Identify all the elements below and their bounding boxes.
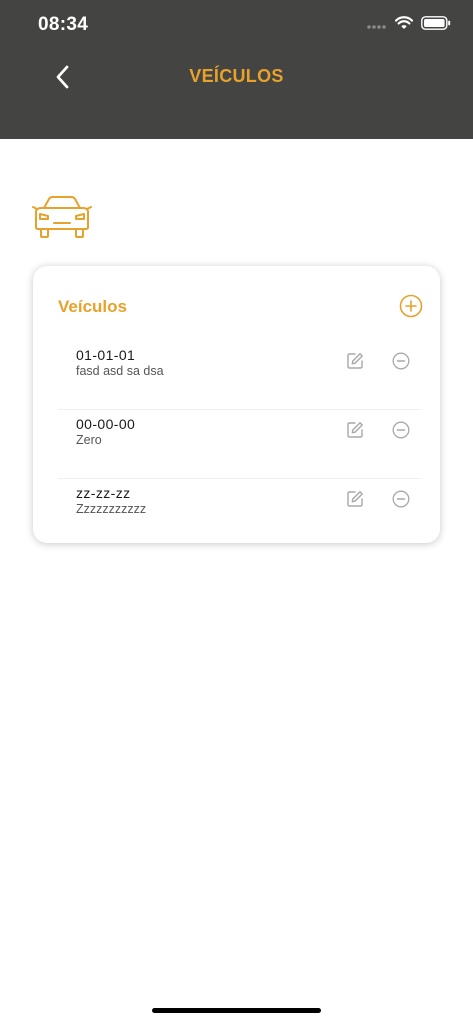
vehicle-plate: zz-zz-zz [76, 485, 131, 501]
car-icon [32, 194, 92, 240]
vehicle-description: Zzzzzzzzzzz [76, 502, 147, 516]
edit-icon [347, 491, 363, 507]
add-vehicle-button[interactable] [399, 294, 423, 318]
vehicle-plate: 00-00-00 [76, 416, 136, 432]
status-icons [367, 16, 451, 35]
edit-vehicle-button[interactable] [346, 352, 364, 370]
remove-vehicle-button[interactable] [392, 421, 410, 439]
header-bar: 08:34 VEÍCULOS [0, 0, 473, 139]
vehicle-row[interactable]: 01-01-01 fasd asd sa dsa [58, 341, 421, 410]
vehicle-plate: 01-01-01 [76, 347, 136, 363]
home-indicator[interactable] [152, 1008, 321, 1013]
minus-circle-icon [392, 421, 410, 439]
signal-dots-icon [367, 17, 387, 35]
remove-vehicle-button[interactable] [392, 490, 410, 508]
minus-circle-icon [392, 352, 410, 370]
vehicle-description: fasd asd sa dsa [76, 364, 164, 378]
page-title: VEÍCULOS [189, 66, 284, 86]
minus-circle-icon [392, 490, 410, 508]
remove-vehicle-button[interactable] [392, 352, 410, 370]
status-time: 08:34 [38, 14, 89, 35]
battery-icon [421, 16, 451, 35]
plus-circle-icon [399, 294, 423, 318]
vehicles-screen: 08:34 VEÍCULOS Veículos 01-01-01 fasd as… [0, 0, 473, 1024]
edit-vehicle-button[interactable] [346, 421, 364, 439]
edit-icon [347, 353, 363, 369]
vehicle-list: 01-01-01 fasd asd sa dsa 00-00-00 Zero z… [58, 341, 421, 547]
wifi-icon [394, 16, 414, 35]
vehicle-row[interactable]: 00-00-00 Zero [58, 410, 421, 479]
vehicle-description: Zero [76, 433, 102, 447]
card-title: Veículos [58, 297, 127, 316]
vehicle-row[interactable]: zz-zz-zz Zzzzzzzzzzz [58, 479, 421, 547]
edit-vehicle-button[interactable] [346, 490, 364, 508]
vehicles-card: Veículos 01-01-01 fasd asd sa dsa 00-00-… [33, 266, 440, 543]
edit-icon [347, 422, 363, 438]
